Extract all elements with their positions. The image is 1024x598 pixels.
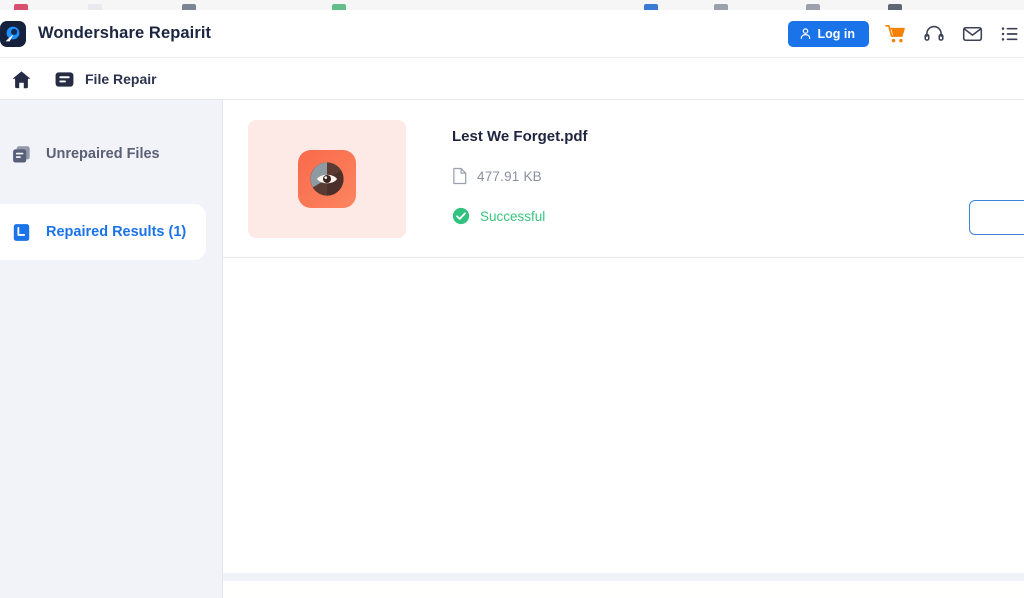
sidebar-item-unrepaired-files[interactable]: Unrepaired Files [0, 126, 206, 182]
file-name: Lest We Forget.pdf [452, 128, 588, 145]
file-repair-icon [54, 69, 75, 90]
browser-bookmark-strip [0, 0, 1024, 10]
user-icon [799, 27, 812, 40]
menu-list-icon[interactable] [1000, 24, 1020, 44]
repaired-results-icon [10, 221, 32, 243]
sidebar-item-repaired-results[interactable]: Repaired Results (1) [0, 204, 206, 260]
toolbar-item-label: File Repair [85, 71, 157, 87]
page-title: Wondershare Repairit [38, 24, 212, 42]
bottom-divider [223, 573, 1024, 581]
pdf-preview-thumbnail[interactable] [248, 120, 406, 238]
mail-icon[interactable] [961, 23, 984, 45]
sidebar-item-label: Repaired Results (1) [46, 224, 187, 240]
file-size: 477.91 KB [477, 168, 542, 184]
sidebar: Unrepaired Files Repaired Results (1) [0, 100, 223, 598]
file-details: Lest We Forget.pdf 477.91 KB Successful [452, 120, 588, 225]
unrepaired-files-icon [10, 143, 32, 165]
file-size-row: 477.91 KB [452, 167, 588, 185]
home-icon[interactable] [4, 69, 38, 90]
status-badge: Successful [480, 208, 546, 224]
sub-toolbar: File Repair [0, 59, 1024, 100]
bottom-bar [223, 581, 1024, 598]
main-content: Lest We Forget.pdf 477.91 KB Successful [223, 100, 1024, 598]
status-row: Successful [452, 207, 588, 225]
file-action-button[interactable] [969, 200, 1024, 235]
toolbar-item-file-repair[interactable]: File Repair [54, 69, 157, 90]
headset-icon[interactable] [923, 23, 945, 45]
cart-icon[interactable] [885, 24, 907, 44]
document-icon [452, 167, 468, 185]
repairit-file-icon [298, 150, 356, 208]
header-actions: Log in [787, 20, 1024, 47]
login-button-label: Log in [817, 26, 856, 41]
repairit-logo-icon [0, 20, 26, 47]
sidebar-item-label: Unrepaired Files [46, 146, 160, 162]
app-header: Wondershare Repairit Log in [0, 10, 1024, 58]
login-button[interactable]: Log in [787, 20, 869, 47]
file-result-row[interactable]: Lest We Forget.pdf 477.91 KB Successful [223, 100, 1024, 258]
check-circle-icon [452, 207, 470, 225]
